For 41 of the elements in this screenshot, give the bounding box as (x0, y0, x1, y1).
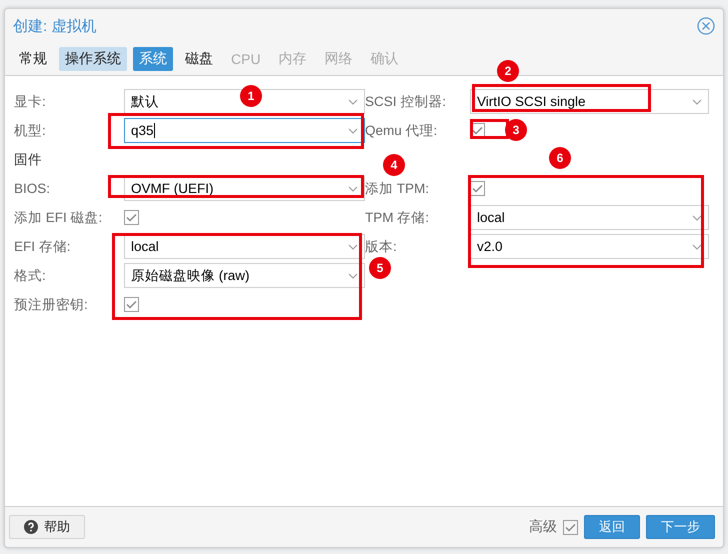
tab[interactable]: 常规 (13, 47, 53, 71)
chevron-down-icon (692, 214, 702, 220)
chevron-down-icon (348, 186, 358, 192)
checkbox[interactable] (124, 297, 139, 312)
help-icon (24, 520, 38, 534)
section-heading: 固件 (14, 150, 42, 168)
checkbox[interactable] (470, 181, 485, 196)
chevron-down-icon (348, 98, 358, 104)
field-label: EFI 存储: (14, 238, 72, 256)
tab[interactable]: 操作系统 (59, 47, 127, 71)
chevron-down-icon (692, 98, 702, 104)
dropdown-field[interactable]: OVMF (UEFI) (124, 176, 365, 201)
close-icon[interactable] (697, 17, 715, 35)
checkbox[interactable] (563, 520, 578, 534)
field-label: 显卡: (14, 92, 47, 110)
dropdown-field[interactable]: local (124, 234, 365, 259)
dropdown-field[interactable]: v2.0 (470, 234, 709, 259)
field-label: 版本: (365, 238, 398, 256)
dropdown-field[interactable]: VirtIO SCSI single (470, 89, 709, 114)
tab[interactable]: 磁盘 (179, 47, 219, 71)
advanced-label: 高级 (529, 518, 557, 536)
field-label: SCSI 控制器: (365, 92, 448, 110)
field-label: TPM 存储: (365, 208, 430, 226)
field-label: 添加 TPM: (365, 180, 430, 198)
dropdown-field[interactable]: 原始磁盘映像 (raw) (124, 263, 365, 288)
field-label: Qemu 代理: (365, 122, 438, 140)
field-label: 预注册密钥: (14, 296, 89, 314)
dropdown-field[interactable]: q35 (124, 118, 365, 143)
field-label: BIOS: (14, 181, 52, 196)
chevron-down-icon (348, 128, 358, 134)
window-title: 创建: 虚拟机 (13, 16, 96, 36)
chevron-down-icon (692, 244, 702, 250)
checkbox[interactable] (470, 123, 485, 138)
chevron-down-icon (348, 244, 358, 250)
checkbox[interactable] (124, 210, 139, 225)
dropdown-field[interactable]: local (470, 205, 709, 230)
help-button[interactable]: 帮助 (9, 515, 85, 539)
chevron-down-icon (348, 272, 358, 278)
field-label: 格式: (14, 266, 47, 284)
field-label: 添加 EFI 磁盘: (14, 208, 104, 226)
field-label: 机型: (14, 122, 47, 140)
